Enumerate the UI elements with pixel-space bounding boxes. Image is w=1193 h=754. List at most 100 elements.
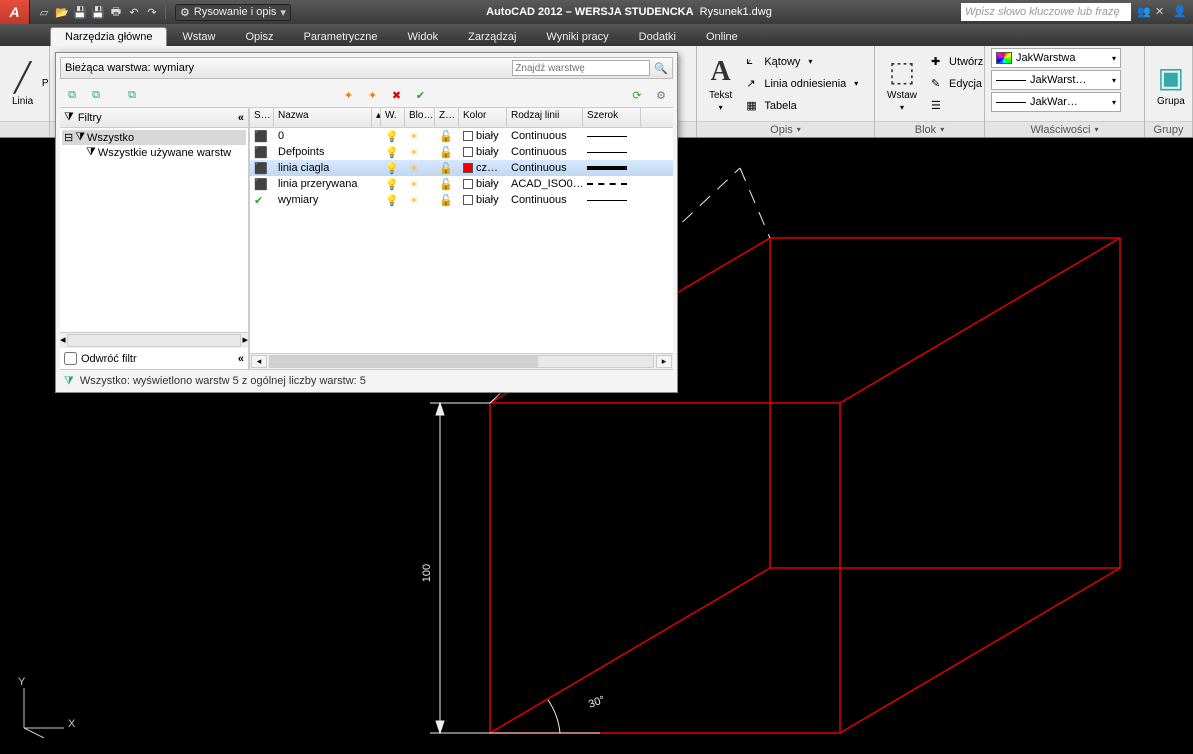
status-icon[interactable]: ⬛ xyxy=(250,130,274,143)
line-button[interactable]: ╱ Linia xyxy=(6,59,39,109)
layer-name[interactable]: wymiary xyxy=(274,194,372,206)
on-toggle[interactable]: 💡 xyxy=(381,146,405,159)
on-toggle[interactable]: 💡 xyxy=(381,130,405,143)
status-icon[interactable]: ⬛ xyxy=(250,178,274,191)
chevron-down-icon[interactable]: ▾ xyxy=(1094,125,1098,134)
layers-hscroll[interactable]: ◂▸ xyxy=(250,353,673,369)
tab-output[interactable]: Wyniki pracy xyxy=(531,27,623,46)
lock-toggle[interactable]: 🔓 xyxy=(435,130,459,143)
filters-hscroll[interactable]: ◂▸ xyxy=(60,332,248,348)
color-cell[interactable]: biały xyxy=(459,194,507,206)
refresh-icon[interactable]: ⟳ xyxy=(629,87,645,103)
chevron-down-icon[interactable]: ▾ xyxy=(940,125,944,134)
layer-row[interactable]: ⬛linia przerywana💡☀🔓białyACAD_ISO0… xyxy=(250,176,673,192)
color-cell[interactable]: biały xyxy=(459,130,507,142)
lineweight-cell[interactable] xyxy=(583,166,641,170)
redo-icon[interactable]: ↷ xyxy=(144,4,160,20)
signin-icon[interactable]: 👤 xyxy=(1173,5,1187,19)
collapse-filters-icon[interactable]: « xyxy=(238,112,244,124)
create-block-button[interactable]: ✚Utwórz xyxy=(927,52,987,72)
lock-toggle[interactable]: 🔓 xyxy=(435,194,459,207)
freeze-toggle[interactable]: ☀ xyxy=(405,130,435,143)
dim-angular-button[interactable]: ⟀Kątowy▾ xyxy=(742,52,862,72)
color-cell[interactable]: biały xyxy=(459,178,507,190)
filter-used[interactable]: ⧩Wszystkie używane warstw xyxy=(62,145,246,160)
linetype-cell[interactable]: ACAD_ISO0… xyxy=(507,178,583,190)
undo-icon[interactable]: ↶ xyxy=(126,4,142,20)
col-color[interactable]: Kolor xyxy=(459,108,507,127)
lock-toggle[interactable]: 🔓 xyxy=(435,146,459,159)
layer-row[interactable]: ⬛0 💡☀🔓białyContinuous xyxy=(250,128,673,144)
linetype-cell[interactable]: Continuous xyxy=(507,162,583,174)
col-on[interactable]: W. xyxy=(381,108,405,127)
new-filter-icon[interactable]: ⧉ xyxy=(64,87,80,103)
new-group-icon[interactable]: ⧉ xyxy=(88,87,104,103)
new-layer-icon[interactable]: ✦ xyxy=(341,87,357,103)
layer-row[interactable]: ✔wymiary💡☀🔓białyContinuous xyxy=(250,192,673,208)
new-layer-freeze-icon[interactable]: ✦ xyxy=(365,87,381,103)
lineweight-cell[interactable] xyxy=(583,136,641,137)
freeze-toggle[interactable]: ☀ xyxy=(405,162,435,175)
table-button[interactable]: ▦Tabela xyxy=(742,96,862,116)
insert-block-button[interactable]: ⬚ Wstaw ▾ xyxy=(881,53,923,114)
tab-addins[interactable]: Dodatki xyxy=(624,27,691,46)
col-lock[interactable]: Z… xyxy=(435,108,459,127)
print-icon[interactable]: 🖶 xyxy=(108,4,124,20)
help-search-input[interactable]: Wpisz słowo kluczowe lub frazę xyxy=(961,3,1131,21)
block-attr-button[interactable]: ☰ xyxy=(927,96,987,116)
tab-parametric[interactable]: Parametryczne xyxy=(289,27,393,46)
delete-layer-icon[interactable]: ✖ xyxy=(389,87,405,103)
col-status[interactable]: S… xyxy=(250,108,274,127)
layer-states-icon[interactable]: ⧉ xyxy=(124,87,140,103)
tab-insert[interactable]: Wstaw xyxy=(167,27,230,46)
layer-name[interactable]: linia ciagla xyxy=(274,162,372,174)
color-combo[interactable]: JakWarstwa▾ xyxy=(991,48,1121,68)
status-icon[interactable]: ✔ xyxy=(250,194,274,207)
layers-grid[interactable]: ⬛0💡☀🔓białyContinuous⬛Defpoints💡☀🔓białyCo… xyxy=(250,128,673,353)
collapse-invert-icon[interactable]: « xyxy=(238,353,244,365)
on-toggle[interactable]: 💡 xyxy=(381,194,405,207)
col-name[interactable]: Nazwa xyxy=(274,108,372,127)
color-cell[interactable]: cz… xyxy=(459,162,507,174)
saveas-icon[interactable]: 💾 xyxy=(90,4,106,20)
polyline-button[interactable]: P xyxy=(43,78,47,89)
chevron-down-icon[interactable]: ▾ xyxy=(797,125,801,134)
col-lineweight[interactable]: Szerok xyxy=(583,108,641,127)
color-cell[interactable]: biały xyxy=(459,146,507,158)
settings-icon[interactable]: ⚙ xyxy=(653,87,669,103)
search-icon[interactable]: 🔍 xyxy=(654,62,668,75)
group-button[interactable]: ▣ Grupa xyxy=(1151,59,1191,109)
layer-name[interactable]: Defpoints xyxy=(274,146,372,158)
status-icon[interactable]: ⬛ xyxy=(250,146,274,159)
col-linetype[interactable]: Rodzaj linii xyxy=(507,108,583,127)
edit-block-button[interactable]: ✎Edycja xyxy=(927,74,987,94)
freeze-toggle[interactable]: ☀ xyxy=(405,178,435,191)
invert-filter-checkbox[interactable] xyxy=(64,352,77,365)
freeze-toggle[interactable]: ☀ xyxy=(405,194,435,207)
layer-name[interactable]: 0 xyxy=(274,130,372,142)
tab-annotate[interactable]: Opisz xyxy=(230,27,288,46)
layer-row[interactable]: ⬛linia ciagla💡☀🔓cz…Continuous xyxy=(250,160,673,176)
filters-tree[interactable]: ⊟⧩Wszystko ⧩Wszystkie używane warstw xyxy=(60,128,248,332)
exchange-icon[interactable]: ✕ xyxy=(1155,5,1169,19)
linetype-combo[interactable]: JakWar…▾ xyxy=(991,92,1121,112)
open-icon[interactable]: 📂 xyxy=(54,4,70,20)
tab-view[interactable]: Widok xyxy=(393,27,454,46)
linetype-cell[interactable]: Continuous xyxy=(507,130,583,142)
filter-all[interactable]: ⊟⧩Wszystko xyxy=(62,130,246,145)
workspace-combo[interactable]: ⚙ Rysowanie i opis ▾ xyxy=(175,4,291,21)
text-button[interactable]: A Tekst ▾ xyxy=(703,54,738,114)
col-freeze[interactable]: Blo… xyxy=(405,108,435,127)
new-icon[interactable]: ▱ xyxy=(36,4,52,20)
lineweight-cell[interactable] xyxy=(583,152,641,153)
status-icon[interactable]: ⬛ xyxy=(250,162,274,175)
lineweight-cell[interactable] xyxy=(583,183,641,185)
leader-button[interactable]: ↗Linia odniesienia▾ xyxy=(742,74,862,94)
tab-manage[interactable]: Zarządzaj xyxy=(453,27,531,46)
lock-toggle[interactable]: 🔓 xyxy=(435,178,459,191)
layer-search-input[interactable] xyxy=(512,60,650,76)
save-icon[interactable]: 💾 xyxy=(72,4,88,20)
layer-name[interactable]: linia przerywana xyxy=(274,178,372,190)
set-current-icon[interactable]: ✔ xyxy=(413,87,429,103)
tab-online[interactable]: Online xyxy=(691,27,753,46)
